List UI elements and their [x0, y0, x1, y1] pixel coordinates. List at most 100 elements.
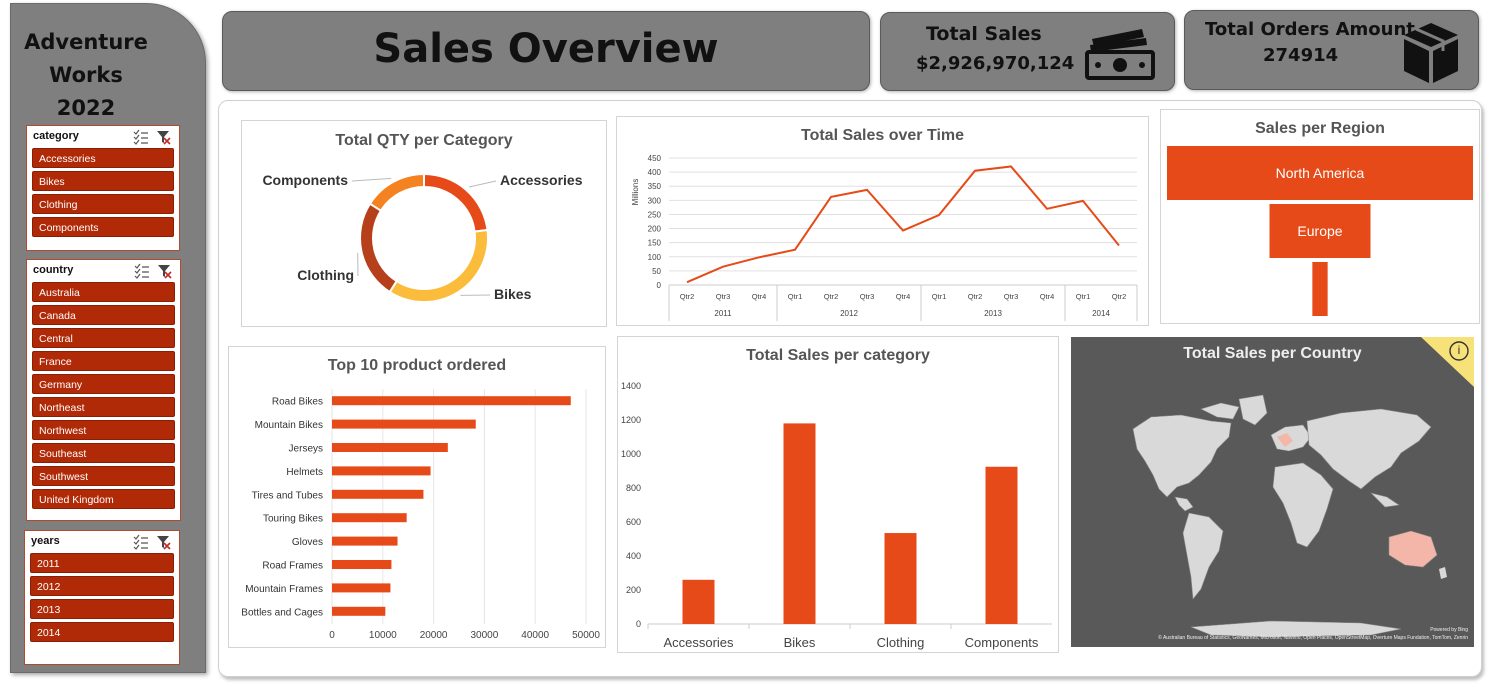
country-map[interactable]: Total Sales per Country i Powered by Bin… [1071, 337, 1474, 647]
x-tick-label: Qtr3 [1004, 292, 1019, 301]
slicer-item-southwest[interactable]: Southwest [32, 466, 175, 486]
x-tick-label: Qtr1 [932, 292, 947, 301]
slicer-item-components[interactable]: Components [32, 217, 174, 237]
slicer-item-2013[interactable]: 2013 [30, 599, 174, 619]
total-orders-label: Total Orders Amount [1205, 19, 1415, 40]
product-bar [332, 489, 424, 499]
donut-label: Accessories [500, 172, 583, 188]
sales-category-chart: Total Sales per category 0 200 400 600 800 10… [617, 336, 1059, 653]
product-bar [332, 466, 431, 476]
year-label: 2014 [1092, 309, 1110, 318]
brand-line-2: Works [49, 63, 123, 87]
years-slicer-title: years [31, 535, 60, 547]
category-bar [985, 466, 1018, 624]
product-bar [332, 419, 476, 429]
world-map [1132, 337, 1474, 638]
x-tick-label: Qtr4 [752, 292, 767, 301]
map-credits: © Australian Bureau of Statistics, GeoNa… [1158, 635, 1468, 641]
x-tick-label: Qtr2 [824, 292, 839, 301]
slicer-item-clothing[interactable]: Clothing [32, 194, 174, 214]
total-orders-card: Total Orders Amount 274914 [1184, 10, 1479, 90]
x-tick-label: Qtr3 [716, 292, 731, 301]
product-label: Mountain Bikes [255, 420, 323, 431]
product-label: Helmets [286, 467, 323, 478]
clear-filter-icon[interactable] [157, 536, 171, 550]
slicer-item-2012[interactable]: 2012 [30, 576, 174, 596]
x-tick-label: Qtr4 [896, 292, 911, 301]
multi-select-icon[interactable] [134, 263, 149, 279]
y-tick-label: 250 [648, 210, 662, 219]
top10-chart: Top 10 product ordered 0 10000 20000 30000 4… [228, 346, 606, 648]
category-bar [783, 423, 816, 624]
package-icon [1404, 23, 1458, 83]
slicer-item-germany[interactable]: Germany [32, 374, 175, 394]
slicer-item-2014[interactable]: 2014 [30, 622, 174, 642]
x-tick-label: Qtr1 [788, 292, 803, 301]
product-label: Road Frames [262, 561, 323, 572]
y-axis-label: Millions [631, 179, 640, 206]
category-label: Bikes [784, 635, 816, 650]
brand-line-1: Adventure [24, 30, 148, 54]
top10-bar-chart: 0 10000 20000 30000 40000 50000 Road Bikes Moun… [241, 389, 600, 641]
y-tick-label: 1200 [621, 415, 641, 425]
product-label: Gloves [292, 537, 323, 548]
slicer-item-2011[interactable]: 2011 [30, 553, 174, 573]
multi-select-icon[interactable] [133, 129, 148, 145]
country-slicer-title: country [33, 264, 74, 276]
slicer-item-central[interactable]: Central [32, 328, 175, 348]
x-tick-label: 10000 [369, 630, 397, 641]
region-label: Europe [1297, 223, 1342, 239]
years-slicer: years 2011 2012 2013 2014 [24, 530, 180, 665]
donut-chart: Accessories Bikes Clothing Components [262, 172, 583, 303]
product-bar [332, 583, 391, 593]
country-slicer: country Australia Canada Central France … [26, 259, 181, 521]
product-label: Mountain Frames [245, 584, 323, 595]
product-bar [332, 513, 407, 523]
category-slicer: category Accessories Bikes Clothing Comp… [26, 125, 180, 251]
y-tick-label: 800 [626, 483, 641, 493]
product-bar [332, 560, 392, 569]
product-bar [332, 443, 448, 452]
info-glyph: i [1457, 343, 1461, 357]
category-bar [682, 579, 715, 624]
powered-by: Powered by Bing [1430, 627, 1468, 633]
x-tick-label: Qtr4 [1040, 292, 1055, 301]
y-tick-label: 350 [648, 182, 662, 191]
x-tick-label: 40000 [521, 630, 549, 641]
y-tick-label: 450 [648, 154, 662, 163]
leader-line [468, 180, 497, 188]
slicer-item-northwest[interactable]: Northwest [32, 420, 175, 440]
sales-line [686, 165, 1120, 284]
category-label: Clothing [877, 635, 925, 650]
money-icon [1085, 29, 1155, 80]
qty-category-chart: Total QTY per Category Accessories Bikes C… [241, 120, 607, 327]
product-label: Road Bikes [272, 397, 323, 408]
slicer-item-canada[interactable]: Canada [32, 305, 175, 325]
leader-line [351, 177, 392, 182]
x-tick-label: Qtr2 [1112, 292, 1127, 301]
slicer-item-australia[interactable]: Australia [32, 282, 175, 302]
donut-label: Clothing [297, 267, 354, 283]
slicer-item-bikes[interactable]: Bikes [32, 171, 174, 191]
product-bar [332, 396, 571, 406]
slicer-item-united-kingdom[interactable]: United Kingdom [32, 489, 175, 509]
y-tick-label: 600 [626, 517, 641, 527]
slicer-item-accessories[interactable]: Accessories [32, 148, 174, 168]
slicer-item-france[interactable]: France [32, 351, 175, 371]
multi-select-icon[interactable] [133, 534, 148, 550]
clear-filter-icon[interactable] [158, 265, 172, 279]
y-tick-label: 50 [652, 267, 661, 276]
total-sales-card: Total Sales $2,926,970,124 [880, 12, 1175, 91]
region-chart: Sales per Region North America Europe [1160, 109, 1480, 324]
x-tick-label: Qtr2 [680, 292, 695, 301]
y-tick-label: 300 [648, 196, 662, 205]
category-bar [884, 533, 917, 624]
total-sales-label: Total Sales [926, 23, 1042, 45]
page-title: Sales Overview [373, 26, 719, 72]
brand-line-3: 2022 [56, 96, 116, 120]
slicer-item-southeast[interactable]: Southeast [32, 443, 175, 463]
slicer-item-northeast[interactable]: Northeast [32, 397, 175, 417]
y-tick-label: 400 [626, 551, 641, 561]
clear-filter-icon[interactable] [157, 131, 171, 145]
year-label: 2013 [984, 309, 1002, 318]
